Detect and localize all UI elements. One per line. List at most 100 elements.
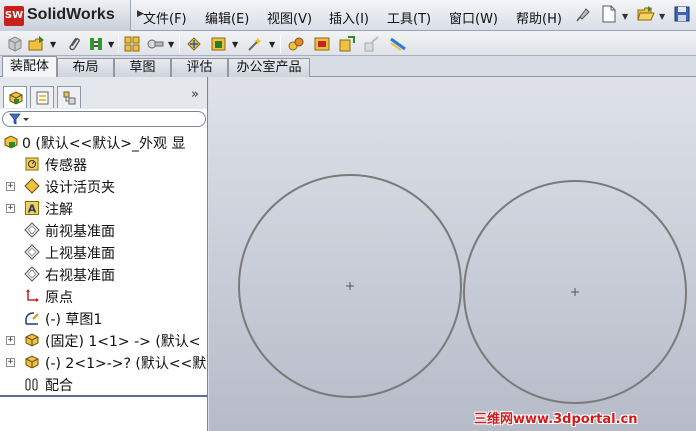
tab-evaluate[interactable]: 评估 [171,58,228,77]
pin-icon[interactable] [576,5,594,25]
origin-icon [26,289,39,302]
expand-icon[interactable]: + [6,182,15,191]
sketch-icon [25,312,39,325]
tree-item-part-2[interactable]: + (-) 2<1>->? (默认<<默 [0,352,207,372]
app-name: SolidWorks [27,6,115,23]
new-motion-study-icon[interactable] [313,35,331,53]
property-manager-icon [36,91,49,105]
feature-filter-input[interactable] [2,111,206,127]
tab-layout[interactable]: 布局 [57,58,114,77]
command-manager-tabs: 装配体 布局 草图 评估 办公室产品 [0,56,696,78]
graphics-area[interactable] [209,77,696,431]
configuration-manager-tab[interactable] [57,86,81,108]
tree-item-sketch1[interactable]: (-) 草图1 [0,308,207,328]
new-document-dropdown-icon[interactable]: ▼ [622,12,628,21]
filter-icon [9,113,29,125]
tab-office-products[interactable]: 办公室产品 [228,58,310,77]
tree-item-label: 传感器 [45,158,87,174]
design-binder-icon [24,178,40,194]
sketch-canvas [238,174,687,404]
tree-item-part-1[interactable]: + (固定) 1<1> -> (默认< [0,330,207,350]
part-icon [25,333,39,347]
rebuild-icon[interactable] [6,35,24,53]
smart-fasteners-icon[interactable] [146,35,164,53]
plane-icon [24,222,40,238]
menu-file[interactable]: 文件(F) [143,8,187,27]
component-pattern-icon[interactable] [123,35,141,53]
hide-show-icon[interactable] [210,35,228,53]
move-component-icon[interactable] [185,35,203,53]
open-folder-icon[interactable] [637,5,655,25]
expand-icon[interactable]: + [6,204,15,213]
sensor-icon [25,157,39,171]
menu-insert[interactable]: 插入(I) [329,8,369,27]
left-circle-center-icon[interactable] [346,282,354,290]
tab-assembly[interactable]: 装配体 [2,56,57,78]
svg-text:A: A [28,203,37,216]
tree-item-front-plane[interactable]: 前视基准面 [0,220,207,240]
app-logo[interactable]: SW SolidWorks [0,0,131,31]
smart-fasteners-dropdown-icon[interactable]: ▼ [168,40,174,49]
property-manager-tab[interactable] [30,86,54,108]
tree-item-assembly[interactable]: 0 (默认<<默认>_外观 显 [0,132,207,152]
tree-item-top-plane[interactable]: 上视基准面 [0,242,207,262]
solidworks-logo-icon: SW [4,6,24,26]
right-circle-center-icon[interactable] [571,288,579,296]
manager-tabs: » [0,77,207,109]
tree-item-right-plane[interactable]: 右视基准面 [0,264,207,284]
menu-window[interactable]: 窗口(W) [449,8,498,27]
bill-of-materials-icon[interactable] [338,35,356,53]
feature-manager-tab[interactable] [3,86,27,108]
toolbar-separator [280,35,281,53]
assembly-icon [4,135,18,149]
mate-icon[interactable] [88,35,106,53]
tree-item-label: (-) 草图1 [45,312,103,328]
tree-item-label: 设计活页夹 [45,180,115,196]
expand-icon[interactable]: + [6,336,15,345]
open-dropdown-icon[interactable]: ▼ [659,12,665,21]
menu-help[interactable]: 帮助(H) [516,8,562,27]
menu-bar: SW SolidWorks ▶ 文件(F) 编辑(E) 视图(V) 插入(I) … [0,0,696,31]
paperclip-icon[interactable] [65,35,83,53]
new-document-icon[interactable] [601,5,619,25]
tree-item-design-binder[interactable]: + 设计活页夹 [0,176,207,196]
tree-item-label: 右视基准面 [45,268,115,284]
tree-item-label: 上视基准面 [45,246,115,262]
feature-manager-icon [9,91,23,105]
watermark: 三维网www.3dportal.cn [474,412,638,427]
toolbar-separator [179,35,180,53]
assembly-features-dropdown-icon[interactable]: ▼ [269,40,275,49]
tree-item-mates[interactable]: 配合 [0,374,207,394]
menu-edit[interactable]: 编辑(E) [205,8,249,27]
panel-divider [0,395,207,397]
interference-detection-icon[interactable] [389,35,407,53]
reference-geometry-icon[interactable] [287,35,305,53]
configuration-manager-icon [63,91,76,105]
tree-item-label: 注解 [45,202,73,218]
mates-icon [25,378,38,391]
menu-tools[interactable]: 工具(T) [387,8,431,27]
insert-component-icon[interactable] [28,35,46,53]
annotations-icon: A [25,201,39,216]
tab-sketch[interactable]: 草图 [114,58,171,77]
mate-dropdown-icon[interactable]: ▼ [108,40,114,49]
tree-item-label: 配合 [45,378,73,394]
part-icon [25,355,39,369]
expand-icon[interactable]: + [6,358,15,367]
tree-item-sensors[interactable]: 传感器 [0,154,207,174]
tree-item-annotations[interactable]: + A 注解 [0,198,207,218]
menu-view[interactable]: 视图(V) [267,8,312,27]
insert-component-dropdown-icon[interactable]: ▼ [50,40,56,49]
feature-manager-panel: » 0 (默认<<默认>_外观 显 传感器 + 设计活页夹 + A 注解 前视基… [0,77,208,431]
save-icon[interactable] [674,5,692,25]
tree-item-origin[interactable]: 原点 [0,286,207,306]
tree-item-label: 前视基准面 [45,224,115,240]
hide-show-dropdown-icon[interactable]: ▼ [232,40,238,49]
exploded-view-icon[interactable] [362,35,380,53]
tree-item-label: (-) 2<1>->? (默认<<默 [45,356,207,372]
collapse-panel-icon[interactable]: » [191,87,199,102]
plane-icon [24,266,40,282]
assembly-features-icon[interactable] [246,35,264,53]
tree-item-label: 0 (默认<<默认>_外观 显 [22,136,186,152]
toolbar-separator [118,35,119,53]
